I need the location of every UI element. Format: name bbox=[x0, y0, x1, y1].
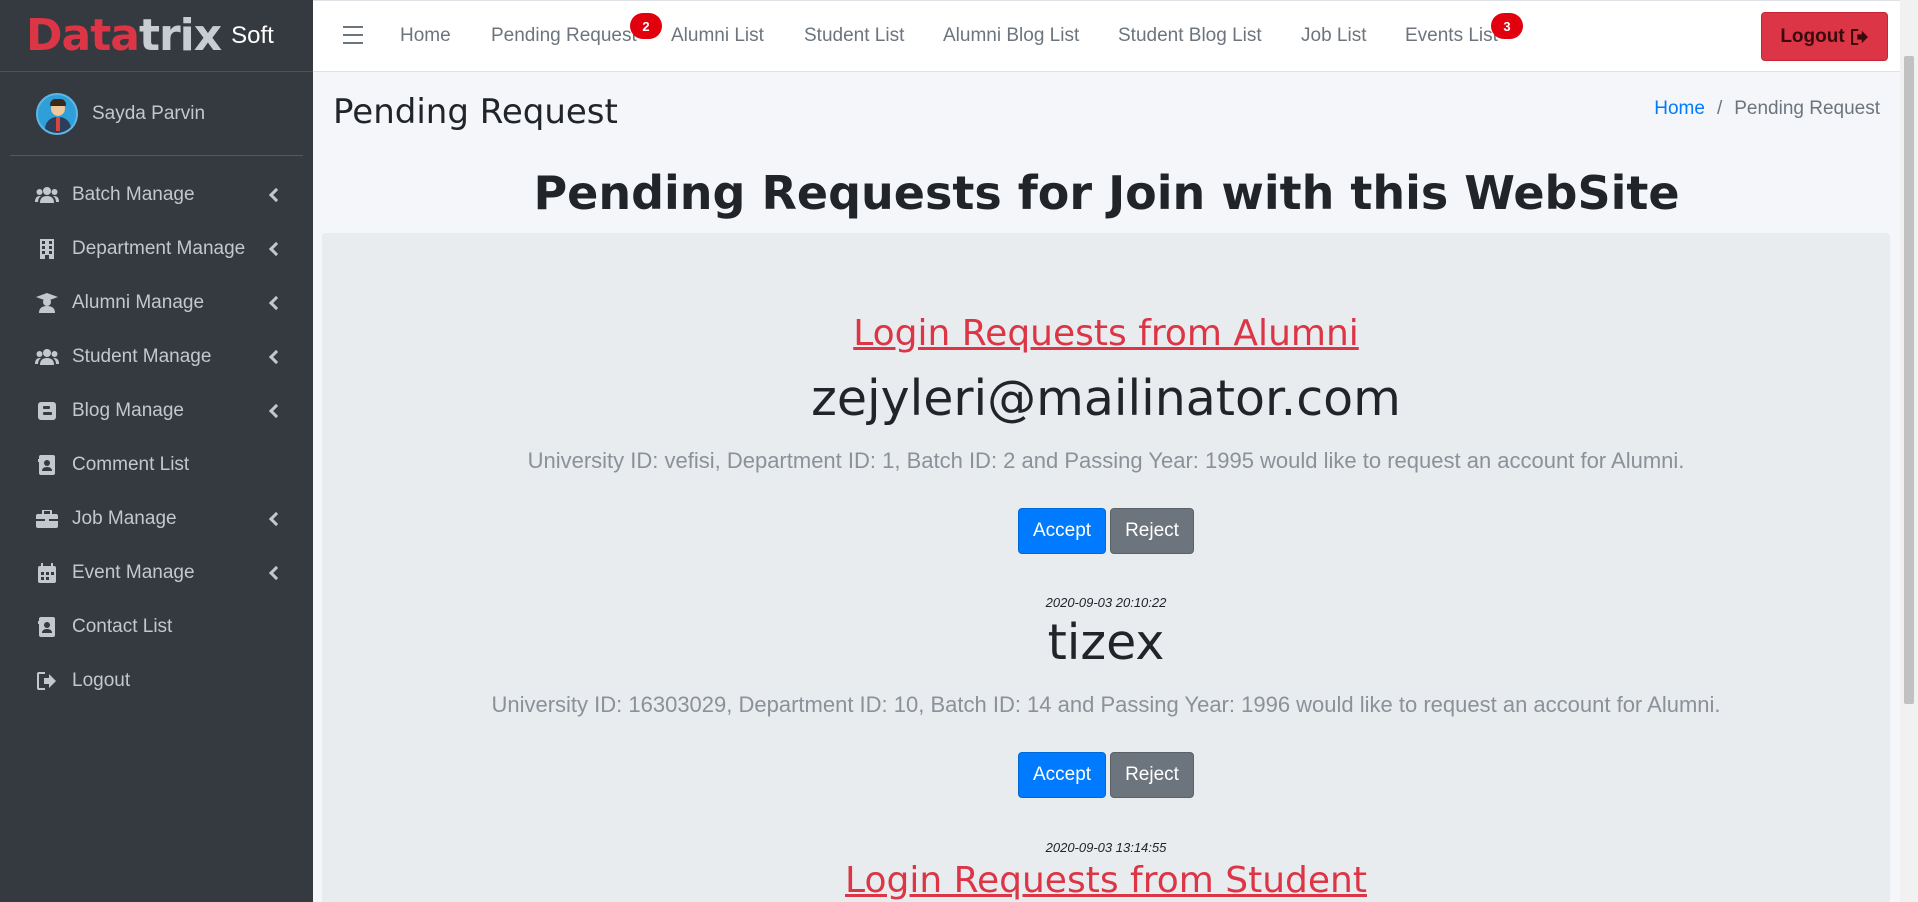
users-icon bbox=[34, 346, 60, 368]
sidebar-item-blog-manage[interactable]: Blog Manage bbox=[0, 384, 313, 438]
nav-link-pending-request[interactable]: Pending Request bbox=[491, 25, 637, 47]
sidebar: Datatrix Soft Sayda Parvin Batch Manage … bbox=[0, 0, 313, 902]
chevron-left-icon bbox=[268, 511, 284, 527]
accept-button[interactable]: Accept bbox=[1018, 508, 1106, 554]
nav-link-home[interactable]: Home bbox=[400, 25, 451, 47]
blog-icon bbox=[34, 400, 60, 422]
brand-suffix: Soft bbox=[231, 21, 274, 49]
top-navbar: Home Pending Request 2 Alumni List Stude… bbox=[313, 0, 1918, 72]
sign-out-icon bbox=[1850, 28, 1869, 45]
sidebar-item-job-manage[interactable]: Job Manage bbox=[0, 492, 313, 546]
reject-button[interactable]: Reject bbox=[1110, 752, 1194, 798]
chevron-left-icon bbox=[268, 187, 284, 203]
nav-link-student-list[interactable]: Student List bbox=[804, 25, 904, 47]
sidebar-item-department-manage[interactable]: Department Manage bbox=[0, 222, 313, 276]
sidebar-item-contact-list[interactable]: Contact List bbox=[0, 600, 313, 654]
chevron-left-icon bbox=[268, 295, 284, 311]
sidebar-item-label: Contact List bbox=[72, 616, 173, 637]
briefcase-icon bbox=[34, 508, 60, 530]
sidebar-item-alumni-manage[interactable]: Alumni Manage bbox=[0, 276, 313, 330]
sidebar-item-label: Batch Manage bbox=[72, 184, 195, 205]
request-actions: Accept Reject bbox=[322, 752, 1890, 798]
sidebar-item-label: Job Manage bbox=[72, 508, 177, 529]
breadcrumb: Home / Pending Request bbox=[1654, 98, 1880, 120]
brand-logo: Datatrix bbox=[26, 9, 222, 61]
alumni-requests-title[interactable]: Login Requests from Alumni bbox=[322, 313, 1890, 354]
avatar bbox=[36, 92, 78, 135]
page-scrollbar[interactable] bbox=[1900, 0, 1918, 902]
sidebar-item-label: Comment List bbox=[72, 454, 190, 475]
request-description: University ID: 16303029, Department ID: … bbox=[491, 692, 1721, 717]
events-list-badge: 3 bbox=[1491, 13, 1523, 39]
request-email: tizex bbox=[1047, 614, 1165, 671]
sidebar-item-label: Alumni Manage bbox=[72, 292, 205, 313]
chevron-left-icon bbox=[268, 565, 284, 581]
nav-link-student-blog-list[interactable]: Student Blog List bbox=[1118, 25, 1262, 47]
logout-button-label: Logout bbox=[1780, 25, 1845, 47]
logout-button[interactable]: Logout bbox=[1761, 12, 1888, 61]
contact-card-icon bbox=[34, 616, 60, 638]
sidebar-item-student-manage[interactable]: Student Manage bbox=[0, 330, 313, 384]
sidebar-nav: Batch Manage Department Manage Alumni Ma… bbox=[0, 168, 313, 708]
sidebar-item-label: Department Manage bbox=[72, 238, 246, 259]
menu-toggle-icon[interactable] bbox=[343, 26, 363, 44]
chevron-left-icon bbox=[268, 349, 284, 365]
nav-link-alumni-blog-list[interactable]: Alumni Blog List bbox=[943, 25, 1079, 47]
sidebar-item-comment-list[interactable]: Comment List bbox=[0, 438, 313, 492]
pending-request-badge: 2 bbox=[630, 13, 662, 39]
brand-link[interactable]: Datatrix Soft bbox=[0, 0, 313, 72]
student-requests-title[interactable]: Login Requests from Student bbox=[322, 860, 1890, 901]
graduate-icon bbox=[34, 292, 60, 314]
calendar-icon bbox=[34, 562, 60, 584]
request-email: zejyleri@mailinator.com bbox=[811, 370, 1401, 427]
accept-button[interactable]: Accept bbox=[1018, 752, 1106, 798]
sidebar-item-logout[interactable]: Logout bbox=[0, 654, 313, 708]
sidebar-item-label: Blog Manage bbox=[72, 400, 184, 421]
user-name[interactable]: Sayda Parvin bbox=[92, 103, 205, 125]
sidebar-item-label: Student Manage bbox=[72, 346, 212, 367]
pending-requests-heading: Pending Requests for Join with this WebS… bbox=[533, 166, 1680, 220]
sidebar-item-event-manage[interactable]: Event Manage bbox=[0, 546, 313, 600]
nav-link-alumni-list[interactable]: Alumni List bbox=[671, 25, 764, 47]
sidebar-item-label: Event Manage bbox=[72, 562, 195, 583]
page-title: Pending Request bbox=[333, 92, 618, 132]
nav-link-events-list[interactable]: Events List bbox=[1405, 25, 1498, 47]
scrollbar-thumb[interactable] bbox=[1904, 56, 1914, 704]
breadcrumb-home-link[interactable]: Home bbox=[1654, 98, 1705, 119]
request-actions: Accept Reject bbox=[322, 508, 1890, 554]
building-icon bbox=[34, 238, 60, 260]
request-timestamp: 2020-09-03 20:10:22 bbox=[1045, 595, 1167, 610]
reject-button[interactable]: Reject bbox=[1110, 508, 1194, 554]
request-description: University ID: vefisi, Department ID: 1,… bbox=[527, 448, 1685, 473]
chevron-left-icon bbox=[268, 241, 284, 257]
breadcrumb-current: Pending Request bbox=[1734, 98, 1880, 119]
users-icon bbox=[34, 184, 60, 206]
chevron-left-icon bbox=[268, 403, 284, 419]
breadcrumb-separator: / bbox=[1716, 98, 1723, 119]
contact-card-icon bbox=[34, 454, 60, 476]
sidebar-item-batch-manage[interactable]: Batch Manage bbox=[0, 168, 313, 222]
request-timestamp: 2020-09-03 13:14:55 bbox=[1045, 840, 1167, 855]
sidebar-item-label: Logout bbox=[72, 670, 131, 691]
nav-link-job-list[interactable]: Job List bbox=[1301, 25, 1366, 47]
sign-out-icon bbox=[34, 670, 60, 692]
user-panel[interactable]: Sayda Parvin bbox=[10, 72, 303, 156]
